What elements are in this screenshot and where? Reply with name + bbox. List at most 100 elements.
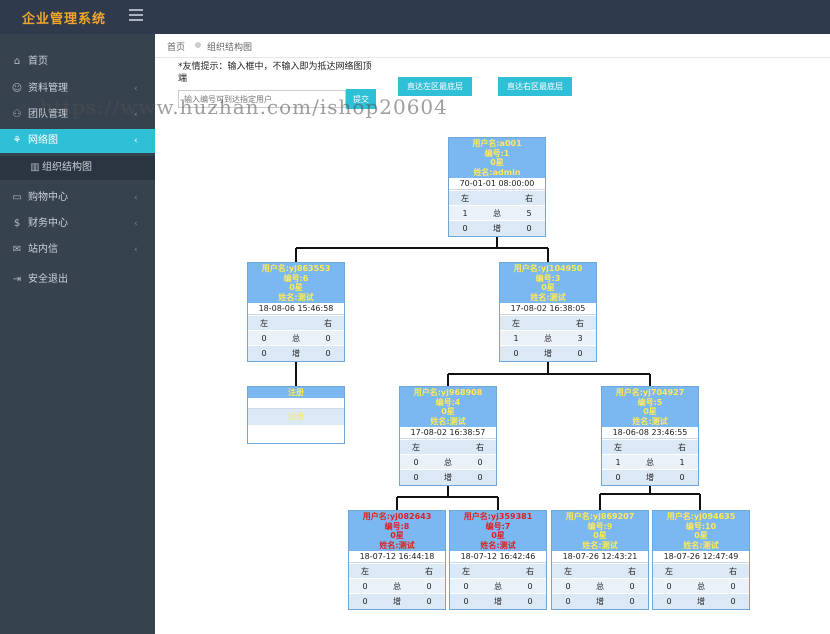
left-label: 左 bbox=[450, 563, 482, 579]
menu-toggle-icon[interactable] bbox=[129, 9, 143, 21]
node-date: 18-06-08 23:46:55 bbox=[602, 427, 698, 439]
node-stars: 0星 bbox=[491, 531, 505, 540]
truck-icon: ▭ bbox=[12, 192, 22, 203]
node-name: 姓名:测试 bbox=[430, 416, 466, 426]
tree-node[interactable]: 用户名:yj863553 编号:6 0星 姓名:测试 18-08-06 15:4… bbox=[247, 262, 345, 362]
sidebar-item-label: 安全退出 bbox=[28, 274, 68, 285]
node-stats: 左 右 0总0 0增0 bbox=[653, 563, 749, 609]
register-link[interactable]: 注册 bbox=[248, 409, 344, 425]
node-name: 姓名:测试 bbox=[632, 416, 668, 426]
breadcrumb-home-link[interactable]: 首页 bbox=[167, 40, 185, 53]
new-label: 增 bbox=[381, 593, 413, 609]
node-header: 用户名:yj869207 编号:9 0星 姓名:测试 bbox=[552, 511, 648, 551]
blank-cell bbox=[532, 315, 564, 331]
bar-chart-icon: ▥ bbox=[30, 162, 40, 173]
tree-node[interactable]: 用户名:yj869207 编号:9 0星 姓名:测试 18-07-26 12:4… bbox=[551, 510, 649, 610]
node-header: 用户名:yj094635 编号:10 0星 姓名:测试 bbox=[653, 511, 749, 551]
sidebar-item-messages[interactable]: ✉ 站内信 ‹ bbox=[0, 238, 155, 262]
tree-node[interactable]: 用户名:yj704927 编号:5 0星 姓名:测试 18-06-08 23:4… bbox=[601, 386, 699, 486]
right-label: 右 bbox=[312, 315, 344, 331]
new-label: 增 bbox=[685, 593, 717, 609]
envelope-icon: ✉ bbox=[12, 244, 22, 255]
blank-cell bbox=[280, 315, 312, 331]
node-name: 姓名:测试 bbox=[683, 540, 719, 550]
node-date: 18-07-12 16:42:46 bbox=[450, 551, 546, 563]
node-name: 姓名:测试 bbox=[530, 292, 566, 302]
node-name: 姓名:测试 bbox=[278, 292, 314, 302]
right-label: 右 bbox=[666, 439, 698, 455]
node-header: 用户名:yj082643 编号:8 0星 姓名:测试 bbox=[349, 511, 445, 551]
node-name: 姓名:测试 bbox=[480, 540, 516, 550]
blank-cell bbox=[685, 563, 717, 579]
sidebar-item-logout[interactable]: ⇥ 安全退出 bbox=[0, 268, 155, 292]
node-username: 用户名:yj104950 bbox=[513, 264, 583, 273]
node-header: 用户名:yj863553 编号:6 0星 姓名:测试 bbox=[248, 263, 344, 303]
sidebar-item-shop[interactable]: ▭ 购物中心 ‹ bbox=[0, 186, 155, 210]
sidebar-item-label: 财务中心 bbox=[28, 218, 68, 229]
register-title: 注册 bbox=[248, 387, 344, 398]
right-total: 1 bbox=[666, 454, 698, 470]
left-label: 左 bbox=[602, 439, 634, 455]
right-total: 0 bbox=[312, 330, 344, 346]
node-stars: 0星 bbox=[289, 283, 303, 292]
new-label: 增 bbox=[532, 345, 564, 361]
blank-cell bbox=[432, 439, 464, 455]
left-new: 0 bbox=[450, 593, 482, 609]
user-icon: ☺ bbox=[11, 83, 23, 94]
jump-left-bottom-button[interactable]: 直达左区最底层 bbox=[398, 77, 472, 96]
node-number: 编号:10 bbox=[685, 521, 717, 531]
tree-node[interactable]: 用户名:yj968908 编号:4 0星 姓名:测试 17-08-02 16:3… bbox=[399, 386, 497, 486]
left-total: 0 bbox=[653, 578, 685, 594]
node-number: 编号:6 bbox=[283, 273, 309, 283]
right-new: 0 bbox=[616, 593, 648, 609]
home-icon: ⌂ bbox=[13, 56, 21, 67]
sidebar-item-label: 购物中心 bbox=[28, 192, 68, 203]
node-username: 用户名:yj704927 bbox=[615, 388, 685, 397]
right-total: 0 bbox=[464, 454, 496, 470]
node-stats: 左 右 0总0 0增0 bbox=[450, 563, 546, 609]
sidebar-item-network[interactable]: ⚘ 网络图 ‹ bbox=[0, 129, 155, 153]
blank-cell bbox=[481, 190, 513, 206]
left-label: 左 bbox=[500, 315, 532, 331]
right-new: 0 bbox=[513, 220, 545, 236]
sidebar-item-label: 首页 bbox=[28, 56, 48, 67]
tree-node[interactable]: 用户名:a001 编号:1 0星 姓名:admin 70-01-01 08:00… bbox=[448, 137, 546, 237]
left-label: 左 bbox=[552, 563, 584, 579]
sidebar-item-org-chart[interactable]: ▥ 组织结构图 bbox=[0, 156, 155, 180]
left-new: 0 bbox=[500, 345, 532, 361]
node-number: 编号:3 bbox=[535, 273, 561, 283]
tree-node[interactable]: 用户名:yj104950 编号:3 0星 姓名:测试 17-08-02 16:3… bbox=[499, 262, 597, 362]
left-new: 0 bbox=[602, 469, 634, 485]
breadcrumb: 首页 组织结构图 bbox=[155, 34, 830, 58]
right-label: 右 bbox=[514, 563, 546, 579]
left-new: 0 bbox=[552, 593, 584, 609]
new-label: 增 bbox=[584, 593, 616, 609]
node-username: 用户名:yj863553 bbox=[261, 264, 331, 273]
left-total: 0 bbox=[400, 454, 432, 470]
node-username: 用户名:yj359381 bbox=[463, 512, 533, 521]
right-new: 0 bbox=[514, 593, 546, 609]
total-label: 总 bbox=[584, 578, 616, 594]
left-new: 0 bbox=[248, 345, 280, 361]
node-number: 编号:1 bbox=[484, 148, 510, 158]
tree-node[interactable]: 用户名:yj094635 编号:10 0星 姓名:测试 18-07-26 12:… bbox=[652, 510, 750, 610]
node-stars: 0星 bbox=[541, 283, 555, 292]
node-number: 编号:7 bbox=[485, 521, 511, 531]
left-new: 0 bbox=[449, 220, 481, 236]
right-total: 5 bbox=[513, 205, 545, 221]
tree-node[interactable]: 用户名:yj359381 编号:7 0星 姓名:测试 18-07-12 16:4… bbox=[449, 510, 547, 610]
total-label: 总 bbox=[482, 578, 514, 594]
jump-right-bottom-button[interactable]: 直达右区最底层 bbox=[498, 77, 572, 96]
tree-node[interactable]: 用户名:yj082643 编号:8 0星 姓名:测试 18-07-12 16:4… bbox=[348, 510, 446, 610]
sidebar-item-home[interactable]: ⌂ 首页 bbox=[0, 50, 155, 74]
node-stars: 0星 bbox=[694, 531, 708, 540]
blank-cell bbox=[634, 439, 666, 455]
register-slot[interactable]: 注册 注册 bbox=[247, 386, 345, 444]
team-icon: ⚇ bbox=[12, 109, 22, 120]
left-label: 左 bbox=[349, 563, 381, 579]
logout-icon: ⇥ bbox=[12, 274, 22, 285]
sidebar-item-finance[interactable]: $ 财务中心 ‹ bbox=[0, 212, 155, 236]
breadcrumb-current: 组织结构图 bbox=[207, 43, 253, 53]
watermark-text: https://www.huzhan.com/ishop20604 bbox=[40, 95, 448, 119]
dollar-icon: $ bbox=[13, 218, 21, 229]
